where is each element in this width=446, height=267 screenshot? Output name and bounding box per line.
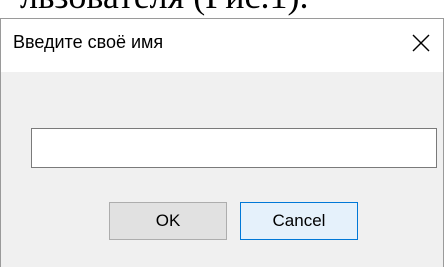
cancel-button-label: Cancel [272, 211, 326, 230]
cancel-button[interactable]: Cancel [240, 202, 358, 240]
ok-button-label: OK [155, 211, 181, 230]
name-input[interactable] [31, 128, 437, 168]
screenshot: льзователя (Рис.1). Введите своё имя OK … [0, 0, 446, 267]
input-dialog: Введите своё имя OK Cancel [0, 18, 444, 267]
title-bar: Введите своё имя [1, 18, 443, 72]
document-text-fragment: льзователя (Рис.1). [20, 0, 308, 14]
close-icon [412, 34, 430, 52]
close-button[interactable] [405, 27, 437, 59]
dialog-title: Введите своё имя [13, 32, 164, 52]
ok-button[interactable]: OK [109, 202, 227, 240]
